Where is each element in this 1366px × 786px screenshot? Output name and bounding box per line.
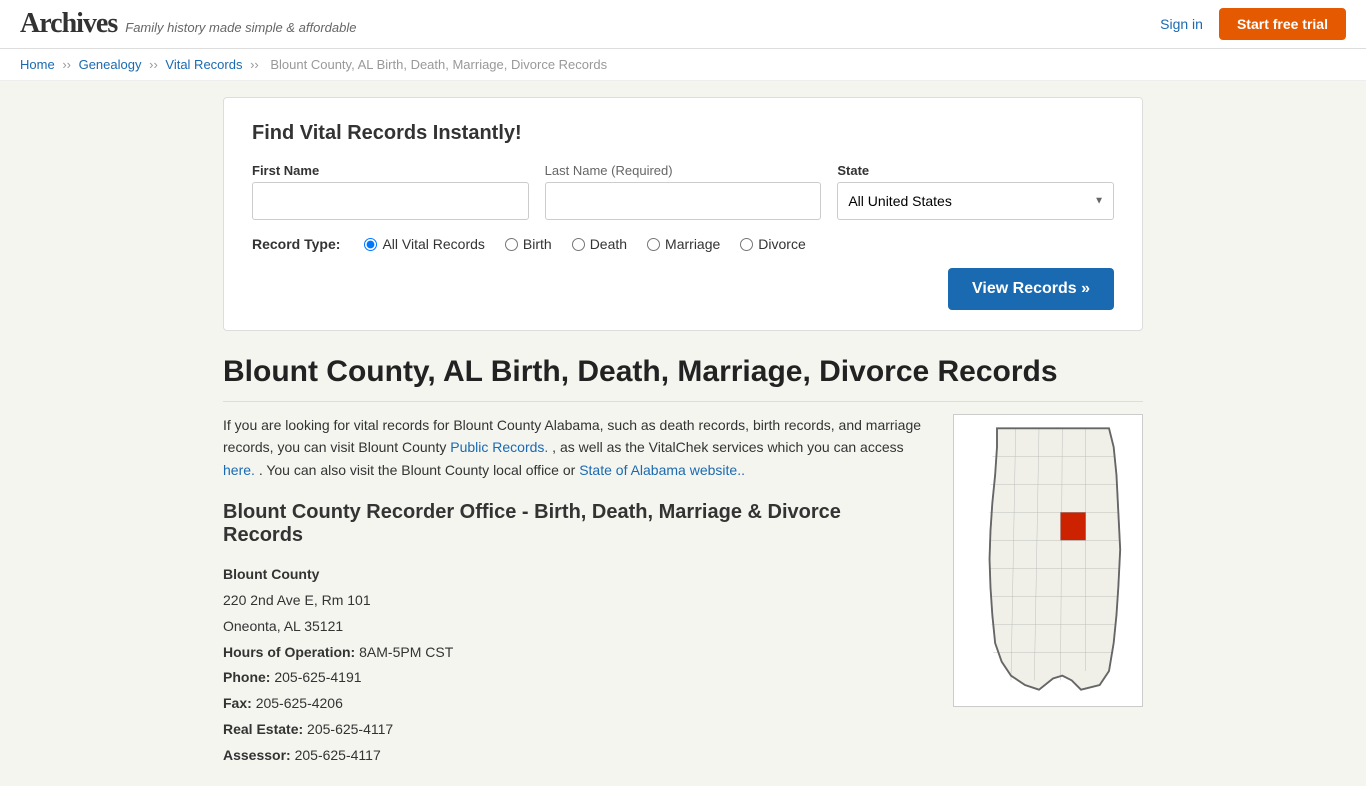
first-name-label: First Name bbox=[252, 163, 529, 178]
page-heading: Blount County, AL Birth, Death, Marriage… bbox=[223, 355, 1143, 402]
last-name-input[interactable] bbox=[545, 182, 822, 220]
here-link[interactable]: here. bbox=[223, 462, 255, 478]
breadcrumb-vital-records[interactable]: Vital Records bbox=[165, 57, 242, 72]
state-group: State All United States bbox=[837, 163, 1114, 220]
search-fields: First Name Last Name (Required) State Al… bbox=[252, 163, 1114, 220]
office-details: Blount County 220 2nd Ave E, Rm 101 Oneo… bbox=[223, 563, 925, 767]
breadcrumb-sep3: ›› bbox=[250, 57, 262, 72]
header-right: Sign in Start free trial bbox=[1160, 8, 1346, 40]
record-type-label: Record Type: bbox=[252, 236, 340, 252]
state-select-wrapper: All United States bbox=[837, 182, 1114, 220]
view-records-button[interactable]: View Records » bbox=[948, 268, 1114, 310]
state-label: State bbox=[837, 163, 1114, 178]
site-logo: Archives bbox=[20, 8, 117, 40]
required-indicator: (Required) bbox=[611, 163, 672, 178]
search-title: Find Vital Records Instantly! bbox=[252, 122, 1114, 145]
content-area: If you are looking for vital records for… bbox=[223, 414, 1143, 770]
content-text: If you are looking for vital records for… bbox=[223, 414, 925, 770]
breadcrumb-sep1: ›› bbox=[62, 57, 74, 72]
breadcrumb: Home ›› Genealogy ›› Vital Records ›› Bl… bbox=[0, 49, 1366, 81]
map-container bbox=[953, 414, 1143, 707]
radio-death[interactable]: Death bbox=[572, 236, 627, 252]
office-phone: Phone: 205-625-4191 bbox=[223, 666, 925, 690]
main-content: Find Vital Records Instantly! First Name… bbox=[203, 81, 1163, 786]
sign-in-link[interactable]: Sign in bbox=[1160, 16, 1203, 32]
alabama-map bbox=[953, 414, 1143, 770]
last-name-group: Last Name (Required) bbox=[545, 163, 822, 220]
site-header: Archives Family history made simple & af… bbox=[0, 0, 1366, 49]
office-realestate: Real Estate: 205-625-4117 bbox=[223, 718, 925, 742]
breadcrumb-sep2: ›› bbox=[149, 57, 161, 72]
office-hours: Hours of Operation: 8AM-5PM CST bbox=[223, 641, 925, 665]
radio-all[interactable]: All Vital Records bbox=[364, 236, 484, 252]
office-name: Blount County bbox=[223, 563, 925, 587]
breadcrumb-current: Blount County, AL Birth, Death, Marriage… bbox=[270, 57, 607, 72]
record-type-row: Record Type: All Vital Records Birth Dea… bbox=[252, 236, 1114, 252]
breadcrumb-genealogy[interactable]: Genealogy bbox=[79, 57, 142, 72]
radio-birth[interactable]: Birth bbox=[505, 236, 552, 252]
intro-text: If you are looking for vital records for… bbox=[223, 414, 925, 481]
alabama-map-svg bbox=[958, 419, 1148, 699]
radio-divorce[interactable]: Divorce bbox=[740, 236, 805, 252]
public-records-link[interactable]: Public Records. bbox=[450, 439, 548, 455]
state-link[interactable]: State of Alabama website.. bbox=[579, 462, 745, 478]
state-select[interactable]: All United States bbox=[837, 182, 1114, 220]
header-left: Archives Family history made simple & af… bbox=[20, 8, 356, 40]
recorder-heading: Blount County Recorder Office - Birth, D… bbox=[223, 501, 925, 547]
first-name-input[interactable] bbox=[252, 182, 529, 220]
start-trial-button[interactable]: Start free trial bbox=[1219, 8, 1346, 40]
office-assessor: Assessor: 205-625-4117 bbox=[223, 744, 925, 768]
site-tagline: Family history made simple & affordable bbox=[125, 20, 356, 35]
office-address1: 220 2nd Ave E, Rm 101 bbox=[223, 589, 925, 613]
office-fax: Fax: 205-625-4206 bbox=[223, 692, 925, 716]
office-address2: Oneonta, AL 35121 bbox=[223, 615, 925, 639]
last-name-label: Last Name (Required) bbox=[545, 163, 822, 178]
first-name-group: First Name bbox=[252, 163, 529, 220]
breadcrumb-home[interactable]: Home bbox=[20, 57, 55, 72]
search-panel: Find Vital Records Instantly! First Name… bbox=[223, 97, 1143, 331]
radio-marriage[interactable]: Marriage bbox=[647, 236, 720, 252]
